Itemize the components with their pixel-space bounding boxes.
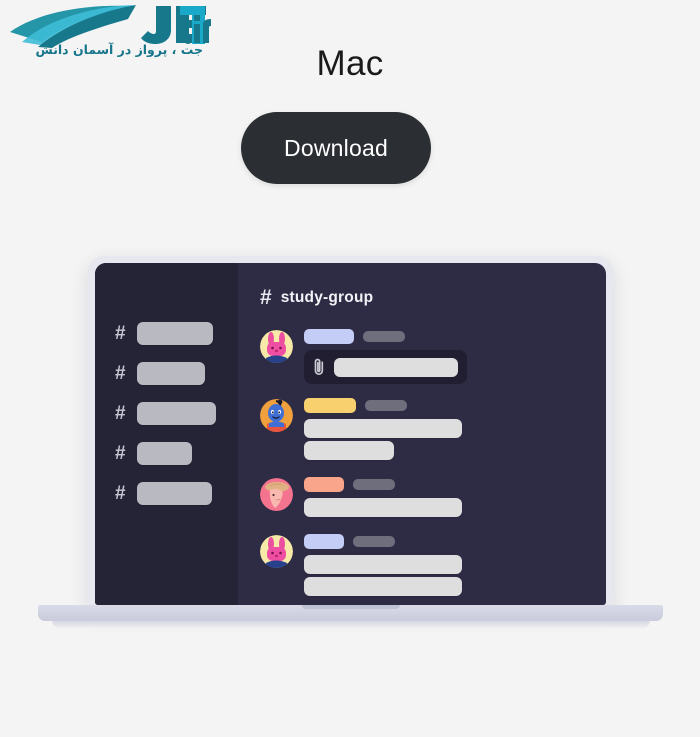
- author-name-placeholder: [304, 534, 344, 549]
- channel-name-placeholder: [136, 442, 192, 465]
- sidebar-item-channel[interactable]: #: [95, 321, 238, 346]
- hat-character-avatar-icon: [260, 478, 293, 511]
- message-text-placeholder: [304, 498, 462, 517]
- laptop-base-shadow: [52, 620, 650, 629]
- page-title: Mac: [316, 44, 384, 83]
- message-body: [304, 477, 606, 520]
- laptop-illustration: # # # # # # study-group: [0, 250, 700, 640]
- laptop-lid: # # # # # # study-group: [88, 256, 613, 611]
- message-body: [304, 534, 606, 599]
- paperclip-icon: [314, 358, 324, 375]
- download-button[interactable]: Download: [241, 112, 431, 184]
- sidebar-item-channel[interactable]: #: [95, 481, 238, 506]
- attachment-card[interactable]: [304, 350, 467, 384]
- message-meta: [304, 534, 606, 549]
- attachment-filename-placeholder: [334, 357, 458, 377]
- channel-title: study-group: [280, 288, 374, 306]
- message-meta: [304, 398, 606, 413]
- author-name-placeholder: [304, 398, 356, 413]
- app-sidebar: # # # # #: [95, 263, 238, 605]
- laptop-base: [38, 605, 663, 621]
- sidebar-item-channel[interactable]: #: [95, 441, 238, 466]
- channel-header: # study-group: [260, 287, 606, 308]
- channel-name-placeholder: [136, 482, 212, 505]
- genie-avatar-icon: [260, 399, 293, 432]
- hash-icon: #: [115, 363, 126, 384]
- page-root: جت ، پرواز در آسمان دانش Mac Download # …: [0, 0, 700, 737]
- channel-name-placeholder: [136, 322, 213, 345]
- timestamp-placeholder: [353, 536, 395, 547]
- bunny-avatar-icon: [260, 535, 293, 568]
- channel-name-placeholder: [136, 362, 205, 385]
- message-text-placeholder: [304, 555, 462, 574]
- timestamp-placeholder: [353, 479, 395, 490]
- sidebar-item-channel[interactable]: #: [95, 401, 238, 426]
- message-meta: [304, 329, 606, 344]
- message-text-placeholder: [304, 441, 394, 460]
- message-row: [260, 477, 606, 520]
- author-name-placeholder: [304, 329, 354, 344]
- laptop-screen: # # # # # # study-group: [95, 263, 606, 605]
- message-meta: [304, 477, 606, 492]
- channel-name-placeholder: [136, 402, 216, 425]
- author-name-placeholder: [304, 477, 344, 492]
- bunny-avatar-icon: [260, 330, 293, 363]
- hash-icon: #: [115, 403, 126, 424]
- message-row: [260, 398, 606, 463]
- hash-icon: #: [115, 323, 126, 344]
- timestamp-placeholder: [363, 331, 405, 342]
- message-text-placeholder: [304, 577, 462, 596]
- timestamp-placeholder: [365, 400, 407, 411]
- app-main-chat: # study-group: [238, 263, 606, 605]
- message-row: [260, 534, 606, 599]
- sidebar-item-channel[interactable]: #: [95, 361, 238, 386]
- hash-icon: #: [115, 483, 126, 504]
- message-body: [304, 329, 606, 384]
- message-text-placeholder: [304, 419, 462, 438]
- message-row: [260, 329, 606, 384]
- hash-icon: #: [115, 443, 126, 464]
- message-body: [304, 398, 606, 463]
- hash-icon: #: [260, 286, 272, 309]
